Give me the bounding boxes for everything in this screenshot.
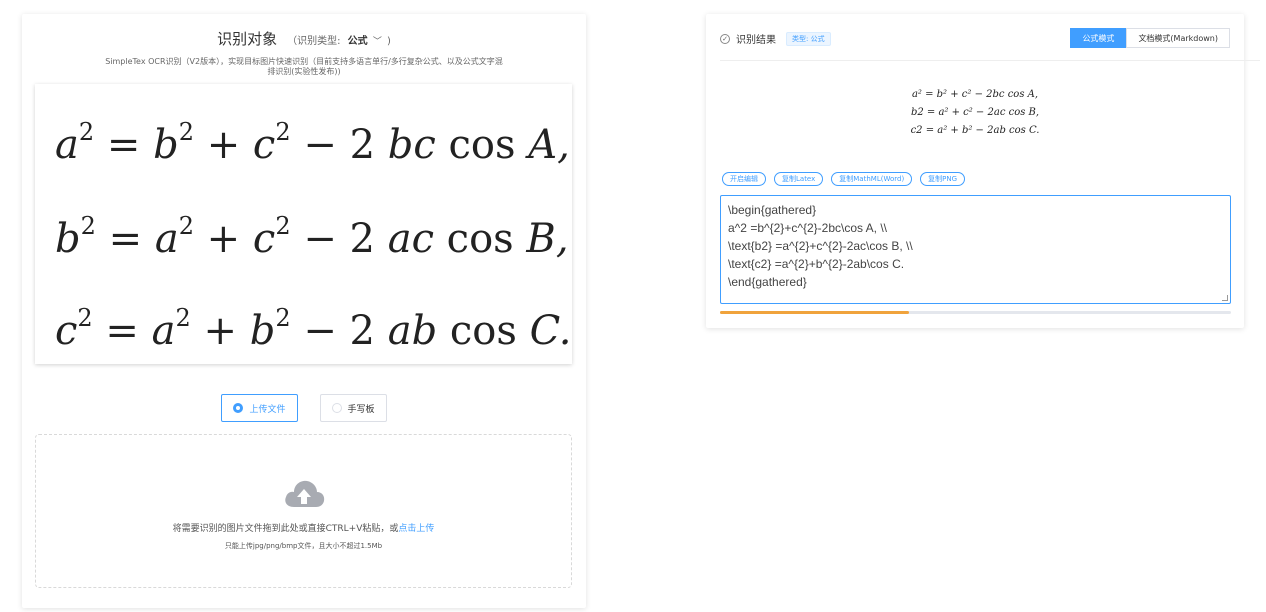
upload-tip: 只能上传jpg/png/bmp文件，且大小不超过1.5Mb [224,542,383,550]
type-suffix: ) [387,36,391,47]
check-circle-icon: ✓ [720,33,730,44]
recognition-target-panel: 识别对象 （识别类型: 公式 ﹀ ) SimpleTex OCR识别（V2版本）… [22,14,586,608]
resize-handle-icon[interactable] [1222,295,1228,301]
formula-line: a2 = b2 + c2 − 2 bc cos A, [55,118,570,168]
latex-line: a^2 =b^{2}+c^{2}-2bc\cos A, \\ [728,221,888,235]
input-mode-group: 上传文件 手写板 [22,394,586,422]
recognition-result-panel: ✓ 识别结果 类型: 公式 公式模式 文档模式(Markdown) a² = b… [706,14,1260,328]
enable-edit-button[interactable]: 开启编辑 [722,172,766,186]
left-header: 识别对象 （识别类型: 公式 ﹀ ) SimpleTex OCR识别（V2版本）… [22,14,586,77]
latex-line: \end{gathered} [728,275,807,289]
copy-png-button[interactable]: 复制PNG [920,172,966,186]
action-buttons: 开启编辑 复制Latex 复制MathML(Word) 复制PNG [722,172,966,186]
rendered-line: b2 = a² + c² − 2ac cos B, [910,107,1040,118]
header-divider [720,60,1260,61]
type-label: （识别类型: [287,36,341,47]
radio-unchecked-icon [331,403,342,413]
type-selector[interactable]: （识别类型: 公式 ﹀ ) [287,32,391,47]
result-header: ✓ 识别结果 类型: 公式 [720,31,831,46]
upload-file-radio[interactable]: 上传文件 [221,394,298,422]
latex-line: \begin{gathered} [728,203,817,217]
formula-image-preview: a2 = b2 + c2 − 2 bc cos A, b2 = a2 + c2 … [35,84,572,364]
click-upload-link[interactable]: 点击上传 [398,524,434,534]
upload-file-label: 上传文件 [249,404,286,415]
type-value: 公式 [347,36,368,47]
type-tag: 类型: 公式 [786,31,831,46]
rendered-line: a² = b² + c² − 2bc cos A, [911,89,1039,100]
upload-instruction: 将需要识别的图片文件拖到此处或直接CTRL+V粘贴，或点击上传 [172,524,435,534]
chevron-down-icon: ﹀ [372,37,382,47]
upload-dropzone[interactable]: 将需要识别的图片文件拖到此处或直接CTRL+V粘贴，或点击上传 只能上传jpg/… [35,434,572,588]
formula-mode-button[interactable]: 公式模式 [1070,28,1127,48]
cloud-upload-icon [36,477,571,513]
result-title: 识别结果 [736,35,776,46]
mode-switch: 公式模式 文档模式(Markdown) [1070,28,1230,48]
radio-checked-icon [233,403,244,413]
formula-line: c2 = a2 + b2 − 2 ab cos C. [55,304,572,354]
document-mode-button[interactable]: 文档模式(Markdown) [1126,28,1230,48]
panel-subtitle: SimpleTex OCR识别（V2版本），实现目标图片快速识别（目前支持多语言… [105,57,503,76]
latex-line: \text{b2} =a^{2}+c^{2}-2ac\cos B, \\ [728,239,913,253]
handwriting-radio[interactable]: 手写板 [319,394,387,422]
formula-line: b2 = a2 + c2 − 2 ac cos B, [55,212,569,262]
handwriting-label: 手写板 [347,404,375,415]
progress-bar [720,311,1231,314]
panel-title: 识别对象 [217,30,278,48]
rendered-line: c2 = a² + b² − 2ab cos C. [910,125,1040,136]
copy-mathml-button[interactable]: 复制MathML(Word) [831,172,913,186]
rendered-formula: a² = b² + c² − 2bc cos A, b2 = a² + c² −… [706,86,1244,140]
latex-textarea[interactable]: \begin{gathered} a^2 =b^{2}+c^{2}-2bc\co… [720,195,1231,304]
latex-line: \text{c2} =a^{2}+b^{2}-2ab\cos C. [728,257,905,271]
copy-latex-button[interactable]: 复制Latex [774,172,824,186]
progress-fill [720,311,910,314]
